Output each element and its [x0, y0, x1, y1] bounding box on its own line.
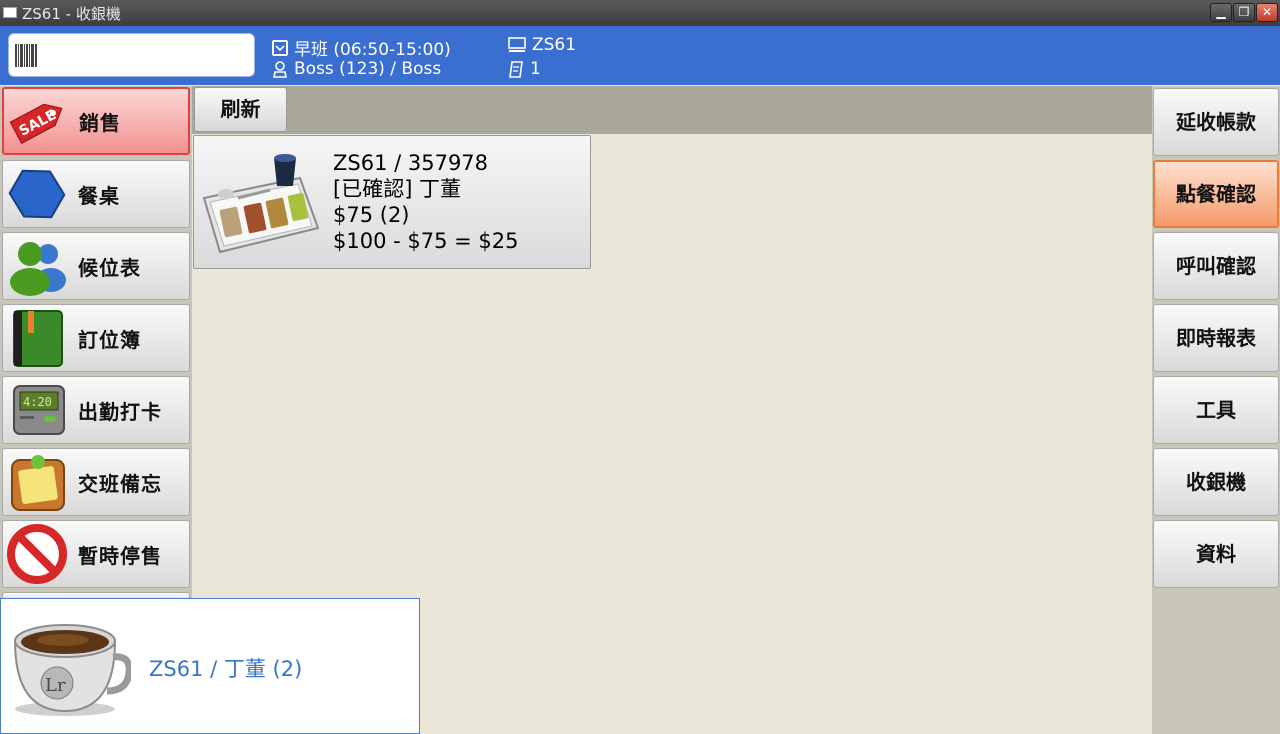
hexagon-icon — [6, 164, 68, 224]
food-tray-icon — [200, 146, 324, 258]
tools-button[interactable]: 工具 — [1153, 376, 1279, 444]
menu-item-reservations[interactable]: 訂位簿 — [2, 304, 190, 372]
no-entry-icon — [6, 524, 68, 584]
order-change: $100 - $75 = $25 — [333, 229, 519, 253]
terminal-label: ZS61 — [532, 35, 577, 55]
calendar-icon — [272, 39, 288, 56]
receipt-info: 1 — [508, 59, 541, 79]
menu-item-clock-in[interactable]: 4:20 出勤打卡 — [2, 376, 190, 444]
menu-label-tables: 餐桌 — [78, 183, 120, 208]
menu-item-pause-sales[interactable]: 暫時停售 — [2, 520, 190, 588]
order-confirm-button[interactable]: 點餐確認 — [1153, 160, 1279, 228]
menu-label-pause-sales: 暫時停售 — [78, 543, 162, 568]
coffee-cup-icon: Lr — [7, 611, 133, 719]
order-details: ZS61 / 357978 [已確認] 丁董 $75 (2) $100 - $7… — [333, 150, 518, 254]
menu-item-waitlist[interactable]: 候位表 — [2, 232, 190, 300]
order-status: [已確認] 丁董 — [333, 177, 462, 201]
shift-info: 早班 (06:50-15:00) — [272, 35, 451, 60]
memo-icon — [6, 452, 68, 512]
users-icon — [6, 236, 68, 296]
barcode-icon — [15, 44, 39, 67]
realtime-report-button[interactable]: 即時報表 — [1153, 304, 1279, 372]
call-confirm-button[interactable]: 呼叫確認 — [1153, 232, 1279, 300]
svg-text:4:20: 4:20 — [23, 395, 52, 409]
cash-register-button[interactable]: 收銀機 — [1153, 448, 1279, 516]
menu-label-clock-in: 出勤打卡 — [78, 399, 162, 424]
clock-icon: 4:20 — [6, 380, 68, 440]
deferred-payment-button[interactable]: 延收帳款 — [1153, 88, 1279, 156]
app-window-icon — [3, 7, 17, 18]
order-card[interactable]: ZS61 / 357978 [已確認] 丁董 $75 (2) $100 - $7… — [193, 135, 591, 269]
title-bar: ZS61 - 收銀機 ▁ ❐ ✕ — [0, 0, 1280, 26]
sale-tag-icon: SALE — [7, 91, 69, 151]
terminal-info: ZS61 — [508, 35, 576, 55]
book-icon — [6, 308, 68, 368]
menu-label-sales: 銷售 — [79, 110, 121, 135]
computer-icon — [508, 37, 526, 52]
svg-text:Lr: Lr — [45, 675, 66, 696]
menu-item-handover[interactable]: 交班備忘 — [2, 448, 190, 516]
center-toolbar — [192, 86, 1152, 134]
notification-text: ZS61 / 丁董 (2) — [149, 657, 303, 681]
user-label: Boss (123) / Boss — [294, 59, 442, 79]
data-button[interactable]: 資料 — [1153, 520, 1279, 588]
barcode-field[interactable] — [8, 33, 255, 77]
refresh-button[interactable]: 刷新 — [194, 87, 287, 132]
menu-label-handover: 交班備忘 — [78, 471, 162, 496]
user-icon — [273, 60, 287, 78]
restore-button[interactable]: ❐ — [1233, 3, 1255, 22]
window-title: ZS61 - 收銀機 — [22, 5, 121, 23]
order-number: ZS61 / 357978 — [333, 151, 489, 175]
user-info: Boss (123) / Boss — [272, 59, 441, 79]
menu-item-sales[interactable]: SALE 銷售 — [2, 87, 190, 155]
order-amount: $75 (2) — [333, 203, 410, 227]
header-bar: 早班 (06:50-15:00) Boss (123) / Boss ZS61 … — [0, 26, 1280, 85]
menu-item-tables[interactable]: 餐桌 — [2, 160, 190, 228]
minimize-button[interactable]: ▁ — [1210, 3, 1232, 22]
barcode-input[interactable] — [45, 40, 249, 70]
close-button[interactable]: ✕ — [1256, 3, 1278, 22]
shift-label: 早班 (06:50-15:00) — [294, 40, 451, 60]
receipt-icon — [509, 60, 523, 78]
notification-popup[interactable]: Lr ZS61 / 丁董 (2) — [0, 598, 420, 734]
menu-label-reservations: 訂位簿 — [78, 327, 141, 352]
receipt-count: 1 — [530, 59, 541, 79]
menu-label-waitlist: 候位表 — [78, 255, 141, 280]
